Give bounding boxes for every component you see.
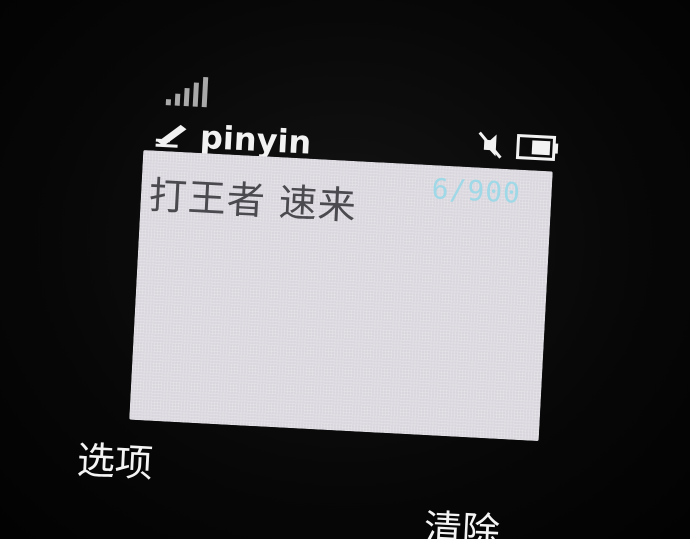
clear-softkey[interactable]: 清除 (423, 497, 502, 539)
status-icons (475, 129, 560, 163)
muted-icon (478, 131, 502, 159)
pen-icon (155, 124, 187, 148)
char-counter: 6/900 (430, 172, 522, 210)
phone-screen: pinyin 打王者 速来 6/900 选项 清除 (76, 60, 577, 539)
signal-strength-icon (165, 75, 219, 108)
message-text: 打王者 速来 (147, 173, 358, 229)
options-softkey[interactable]: 选项 (76, 429, 155, 488)
battery-icon (515, 134, 559, 162)
phone-photo: pinyin 打王者 速来 6/900 选项 清除 (0, 0, 690, 539)
